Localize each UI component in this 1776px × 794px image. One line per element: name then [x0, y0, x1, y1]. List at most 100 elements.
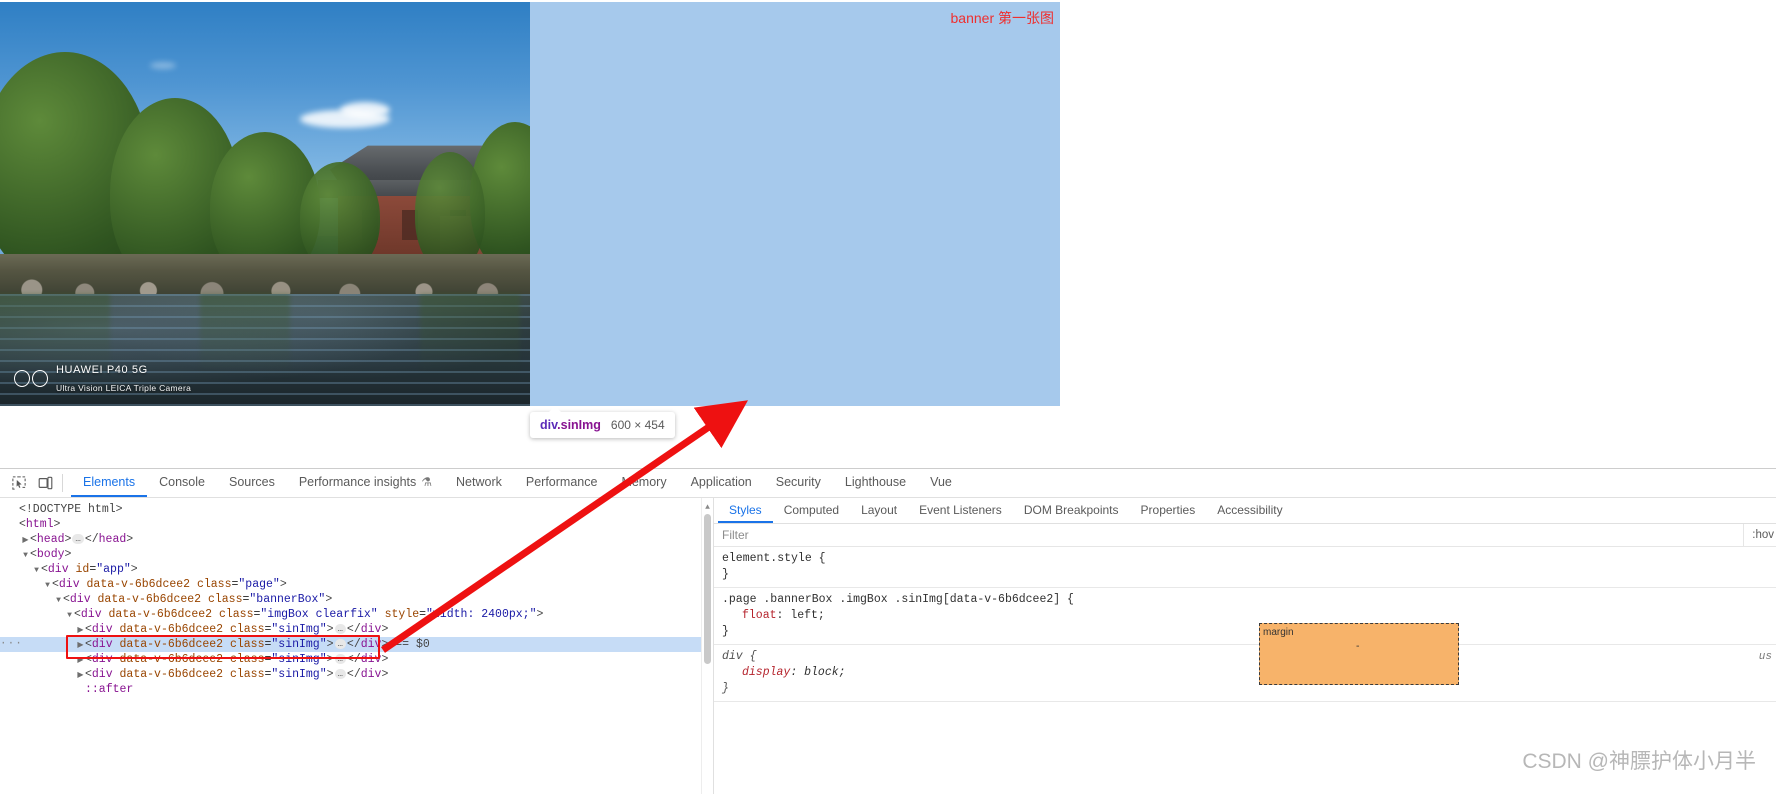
dom-node[interactable]: ▶<div data-v-6b6dcee2 class="sinImg">… </…	[0, 667, 713, 682]
css-value[interactable]: : block;	[790, 666, 845, 679]
chevron-right-icon[interactable]: ▶	[76, 638, 85, 653]
dom-node[interactable]: ▶<div data-v-6b6dcee2 class="sinImg">… </…	[0, 622, 713, 637]
css-property[interactable]: float	[742, 609, 777, 622]
css-rule[interactable]: .page .bannerBox .imgBox .sinImg[data-v-…	[714, 588, 1776, 645]
devtools-tab-security[interactable]: Security	[764, 469, 833, 497]
styles-tab-styles[interactable]: Styles	[718, 498, 773, 523]
chevron-right-icon[interactable]: ▶	[21, 533, 30, 548]
dual-lens-icon	[14, 369, 48, 387]
devtools-tab-network[interactable]: Network	[444, 469, 514, 497]
devtools-tab-label: Network	[456, 475, 502, 489]
styles-tab-computed[interactable]: Computed	[773, 498, 850, 523]
chevron-right-icon[interactable]: ▶	[76, 623, 85, 638]
chevron-down-icon[interactable]: ▼	[54, 593, 63, 608]
css-rule-selector[interactable]: div {	[722, 649, 1776, 665]
dom-node-markup: <body>	[30, 548, 72, 561]
styles-tab-label: DOM Breakpoints	[1023, 502, 1119, 517]
devtools-tab-label: Performance insights	[298, 475, 417, 489]
chevron-right-icon[interactable]: ▶	[76, 668, 85, 683]
dom-node-markup: <div data-v-6b6dcee2 class="imgBox clear…	[74, 608, 544, 621]
devtools-tab-console[interactable]: Console	[147, 469, 217, 497]
dom-node-markup: <div data-v-6b6dcee2 class="sinImg">… </d…	[85, 668, 389, 681]
devtools-tab-performance-insights[interactable]: Performance insights ⚗	[287, 469, 444, 497]
inspect-element-icon[interactable]	[6, 469, 32, 497]
banner-image-2-highlighted[interactable]	[530, 2, 1060, 406]
css-declaration[interactable]: float: left;	[722, 608, 1776, 624]
devtools-tab-elements[interactable]: Elements	[71, 469, 148, 497]
dom-node-markup: <html>	[19, 518, 61, 531]
banner-image-1[interactable]: HUAWEI P40 5G Ultra Vision LEICA Triple …	[0, 2, 530, 406]
devtools-tab-label: Vue	[930, 475, 952, 489]
water-reflection	[200, 294, 290, 374]
css-rule-close-brace: }	[722, 568, 729, 581]
dom-node[interactable]: ▶<div data-v-6b6dcee2 class="sinImg">… </…	[0, 652, 713, 667]
chevron-down-icon[interactable]: ▼	[21, 548, 30, 563]
styles-tab-accessibility[interactable]: Accessibility	[1206, 498, 1293, 523]
devtools-toolbar: Elements Console Sources Performance insigh…	[0, 469, 1776, 498]
dom-node[interactable]: ::after	[0, 682, 713, 697]
styles-tab-label: Computed	[783, 502, 840, 517]
css-value[interactable]: : left;	[777, 609, 825, 622]
tooltip-selector-tag: div	[540, 418, 558, 432]
banner-box: HUAWEI P40 5G Ultra Vision LEICA Triple …	[0, 2, 1060, 406]
devtools-tab-application[interactable]: Application	[679, 469, 764, 497]
dom-node-markup: <div data-v-6b6dcee2 class="page">	[52, 578, 287, 591]
styles-tab-label: Event Listeners	[919, 502, 1002, 517]
box-model-diagram[interactable]: margin -	[1259, 623, 1459, 685]
device-toolbar-icon[interactable]	[32, 469, 58, 497]
devtools-tab-vue[interactable]: Vue	[918, 469, 964, 497]
devtools-tab-label: Lighthouse	[844, 475, 907, 489]
styles-tab-event-listeners[interactable]: Event Listeners	[908, 498, 1013, 523]
styles-tab-strip: Styles Computed Layout Event Listeners DOM B…	[714, 498, 1776, 524]
styles-tab-label: Properties	[1140, 502, 1196, 517]
chevron-down-icon[interactable]: ▼	[65, 608, 74, 623]
css-rule-selector[interactable]: element.style {	[722, 551, 1776, 567]
scrollbar-thumb[interactable]	[704, 514, 711, 664]
flask-icon: ⚗	[421, 475, 433, 489]
dom-node[interactable]: ▼ <div data-v-6b6dcee2 class="imgBox clea…	[0, 607, 713, 622]
dom-tree-scrollbar[interactable]: ▲	[701, 498, 713, 794]
css-declaration[interactable]: display: block;	[722, 665, 1776, 681]
water-reflection	[420, 294, 520, 374]
dom-node-selected[interactable]: ··· ▶<div data-v-6b6dcee2 class="sinImg">…	[0, 637, 713, 652]
css-rule-origin[interactable]: us	[1759, 649, 1772, 665]
chevron-down-icon[interactable]: ▼	[32, 563, 41, 578]
styles-tab-layout[interactable]: Layout	[850, 498, 908, 523]
devtools-tab-lighthouse[interactable]: Lighthouse	[833, 469, 918, 497]
dom-node[interactable]: ▶<head>… </head>	[0, 532, 713, 547]
css-property[interactable]: display	[742, 666, 790, 679]
force-state-hov-button[interactable]: :hov	[1752, 529, 1774, 541]
camera-watermark: HUAWEI P40 5G Ultra Vision LEICA Triple …	[14, 360, 191, 396]
css-rule[interactable]: div {display: block;} us	[714, 645, 1776, 702]
scroll-up-arrow[interactable]: ▲	[703, 500, 712, 515]
dom-node-markup: ::after	[85, 683, 134, 696]
styles-tab-dom-breakpoints[interactable]: DOM Breakpoints	[1013, 498, 1130, 523]
dom-node[interactable]: ▼ <div data-v-6b6dcee2 class="page">	[0, 577, 713, 592]
devtools-tab-label: Application	[690, 475, 752, 489]
chevron-right-icon[interactable]: ▶	[76, 653, 85, 668]
dom-tree: <!DOCTYPE html> <html> ▶<head>… </head> ▼ <bo…	[0, 502, 713, 697]
browser-viewport: HUAWEI P40 5G Ultra Vision LEICA Triple …	[0, 0, 1776, 468]
devtools-tab-sources[interactable]: Sources	[217, 469, 287, 497]
styles-filter-input[interactable]	[714, 524, 1744, 546]
chevron-down-icon[interactable]: ▼	[43, 578, 52, 593]
dom-tree-pane[interactable]: <!DOCTYPE html> <html> ▶<head>… </head> ▼ <bo…	[0, 498, 713, 794]
dom-node[interactable]: ▼ <div id="app">	[0, 562, 713, 577]
tooltip-selector-class: .sinImg	[557, 418, 601, 432]
css-rule-selector[interactable]: .page .bannerBox .imgBox .sinImg[data-v-…	[722, 592, 1776, 608]
dom-node[interactable]: ▼ <div data-v-6b6dcee2 class="bannerBox">	[0, 592, 713, 607]
styles-tab-label: Styles	[729, 502, 762, 517]
camera-watermark-model: HUAWEI P40 5G	[56, 364, 148, 376]
dom-node[interactable]: <!DOCTYPE html>	[0, 502, 713, 517]
dom-node-markup: <div data-v-6b6dcee2 class="sinImg">… </d…	[85, 623, 389, 636]
dom-node-gutter-dots: ···	[0, 638, 23, 650]
devtools-tab-performance[interactable]: Performance	[514, 469, 610, 497]
box-model-margin-label: margin	[1263, 627, 1294, 638]
devtools-tab-memory[interactable]: Memory	[609, 469, 678, 497]
css-rule[interactable]: element.style {}	[714, 547, 1776, 588]
styles-tab-properties[interactable]: Properties	[1130, 498, 1207, 523]
dom-node[interactable]: ▼ <body>	[0, 547, 713, 562]
styles-tab-label: Accessibility	[1217, 502, 1283, 517]
dom-node[interactable]: <html>	[0, 517, 713, 532]
banner-caption: banner 第一张图	[950, 10, 1054, 26]
